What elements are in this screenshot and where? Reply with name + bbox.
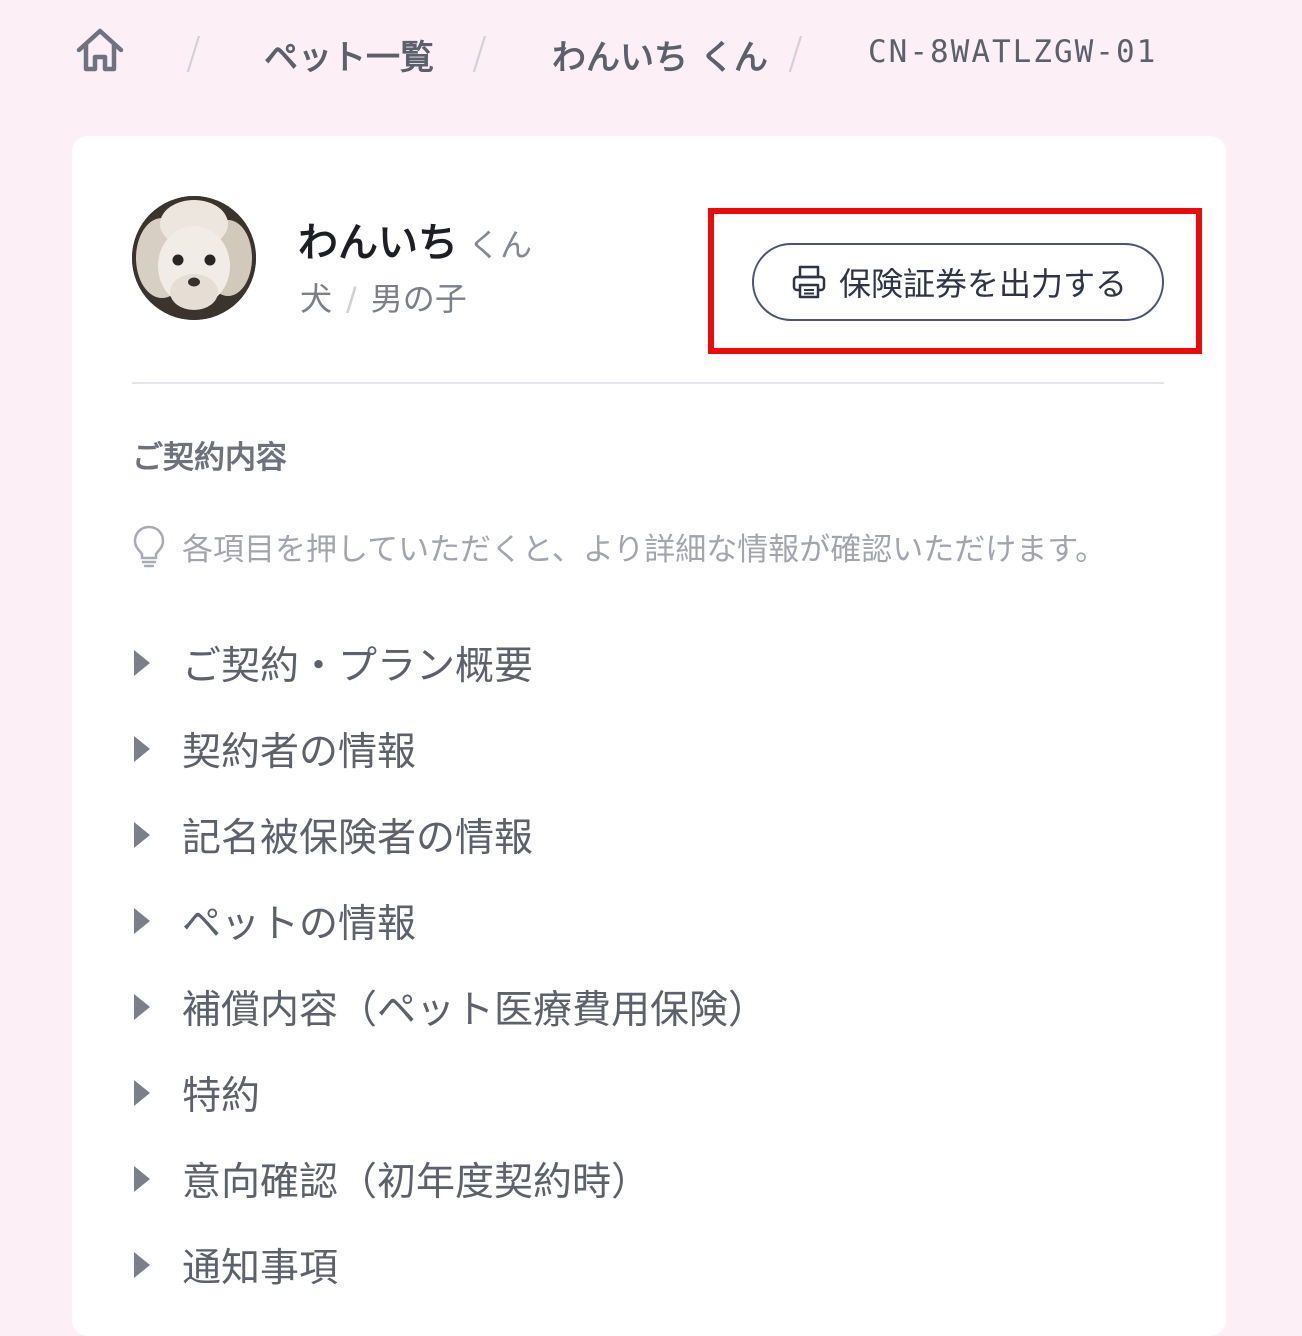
section-title: ご契約内容 (132, 440, 287, 476)
accordion-item-label: 契約者の情報 (182, 730, 417, 775)
caret-right-icon (134, 1080, 150, 1106)
accordion-item[interactable]: ペットの情報 (132, 878, 1164, 964)
printer-icon (792, 265, 826, 299)
accordion-item-label: ご契約・プラン概要 (182, 644, 534, 689)
print-policy-label: 保険証券を出力する (838, 266, 1127, 302)
lightbulb-icon (133, 525, 165, 568)
accordion-item-label: ペットの情報 (182, 902, 417, 947)
breadcrumb-separator: / (472, 28, 487, 79)
caret-right-icon (134, 908, 150, 934)
contract-card: わんいち くん 犬 / 男の子 保険証券を出力する ご契約内容 各項目を押していただく… (72, 136, 1226, 1336)
accordion-item[interactable]: ご契約・プラン概要 (132, 620, 1164, 706)
accordion-item-label: 意向確認（初年度契約時） (182, 1160, 651, 1205)
accordion-item[interactable]: 特約 (132, 1050, 1164, 1136)
accordion-item-label: 特約 (182, 1074, 261, 1119)
accordion-item[interactable]: 意向確認（初年度契約時） (132, 1136, 1164, 1222)
breadcrumb-current: CN-8WATLZGW-01 (868, 34, 1158, 70)
accordion-item[interactable]: 記名被保険者の情報 (132, 792, 1164, 878)
divider (132, 382, 1164, 384)
breadcrumb-pet-list-link[interactable]: ペット一覧 (264, 30, 434, 79)
caret-right-icon (134, 650, 150, 676)
caret-right-icon (134, 1252, 150, 1278)
accordion-item-label: 記名被保険者の情報 (182, 816, 534, 861)
pet-honorific: くん (468, 226, 533, 264)
accordion-item-label: 補償内容（ペット医療費用保険） (182, 988, 768, 1033)
caret-right-icon (134, 1166, 150, 1192)
caret-right-icon (134, 822, 150, 848)
accordion-item[interactable]: 通知事項 (132, 1222, 1164, 1308)
pet-name: わんいち (298, 220, 458, 266)
pet-avatar (132, 196, 256, 320)
attribute-separator: / (346, 280, 357, 318)
breadcrumb-separator: / (186, 28, 201, 79)
hint-text: 各項目を押していただくと、より詳細な情報が確認いただけます。 (182, 531, 1107, 568)
accordion-item[interactable]: 契約者の情報 (132, 706, 1164, 792)
breadcrumb-pet-link[interactable]: わんいち くん (552, 30, 768, 79)
breadcrumb-separator: / (788, 28, 803, 79)
caret-right-icon (134, 994, 150, 1020)
contract-accordion: ご契約・プラン概要 契約者の情報 記名被保険者の情報 ペットの情報 補償内容（ペ… (132, 620, 1164, 1308)
print-policy-button[interactable]: 保険証券を出力する (752, 243, 1164, 321)
accordion-item[interactable]: 補償内容（ペット医療費用保険） (132, 964, 1164, 1050)
pet-name-heading: わんいち くん (298, 210, 532, 268)
pet-species: 犬 (300, 280, 333, 318)
accordion-item-label: 通知事項 (182, 1246, 339, 1291)
caret-right-icon (134, 736, 150, 762)
hint-row: 各項目を押していただくと、より詳細な情報が確認いただけます。 (132, 524, 1106, 568)
breadcrumb: / ペット一覧 / わんいち くん / CN-8WATLZGW-01 (0, 0, 1302, 105)
pet-attributes: 犬 / 男の子 (300, 274, 467, 320)
home-icon[interactable] (74, 26, 126, 74)
pet-sex: 男の子 (370, 280, 467, 318)
